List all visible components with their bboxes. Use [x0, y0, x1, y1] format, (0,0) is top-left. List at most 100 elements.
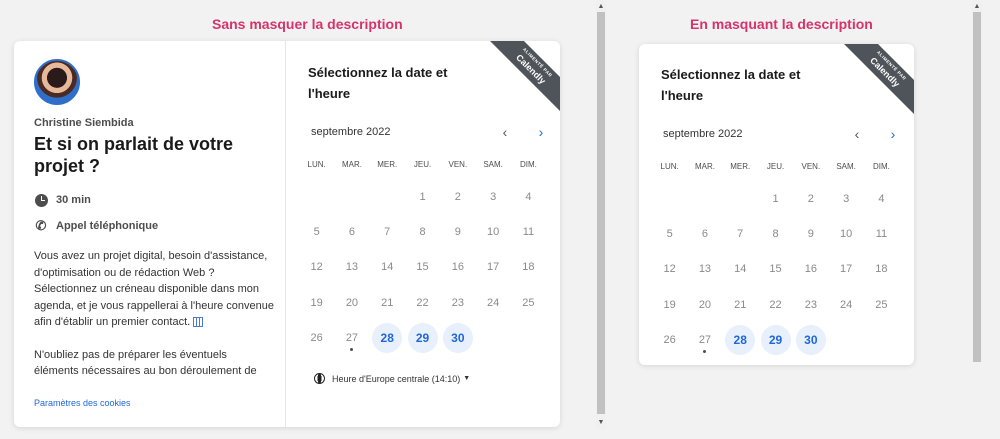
day-number: 22	[416, 296, 429, 309]
day-cell: 8	[758, 216, 793, 251]
calendar-grid: LUN. MAR. MER. JEU. VEN. SAM. DIM. 1 2 3 4 5 6 7 8 9 10 1…	[299, 159, 546, 355]
empty-day-cell	[370, 179, 405, 214]
weekday-label: VEN.	[801, 162, 821, 171]
day-number: 14	[381, 261, 394, 274]
day-number: 21	[734, 298, 747, 311]
day-cell: 6	[334, 214, 369, 249]
available-day-button[interactable]: 30	[793, 322, 828, 357]
day-cell: 18	[864, 252, 899, 287]
day-cell: 25	[864, 287, 899, 322]
weekday-label: JEU.	[413, 160, 432, 169]
calendly-ribbon[interactable]: ALIMENTÉ PAR Calendly	[490, 41, 560, 111]
day-number: 17	[487, 261, 500, 274]
weekday-label: LUN.	[307, 160, 326, 169]
day-cell: 23	[440, 285, 475, 320]
day-number: 1	[419, 190, 426, 203]
cookie-settings-link[interactable]: Paramètres des cookies	[34, 398, 131, 408]
available-day-button[interactable]: 29	[405, 320, 440, 355]
scroll-down-icon[interactable]: ▼	[596, 418, 606, 428]
chevron-right-icon[interactable]: ›	[531, 125, 551, 139]
caption-right: En masquant la description	[690, 16, 873, 32]
day-number: 16	[804, 263, 817, 276]
day-cell: 14	[723, 252, 758, 287]
day-cell: 16	[440, 250, 475, 285]
day-number: 10	[487, 225, 500, 238]
day-number: 13	[698, 263, 712, 276]
calendly-ribbon[interactable]: ALIMENTÉ PAR Calendly	[844, 44, 914, 114]
day-number: 14	[734, 263, 747, 276]
day-number: 19	[663, 298, 676, 311]
timezone-selector[interactable]: Heure d'Europe centrale (14:10) ▼	[314, 373, 470, 384]
calendar-icon	[193, 317, 204, 328]
day-cell: 27	[687, 322, 722, 357]
empty-day-cell	[652, 181, 687, 216]
day-number: 25	[522, 296, 535, 309]
day-number: 3	[843, 192, 850, 205]
day-number: 23	[804, 298, 817, 311]
phone-icon: ✆	[35, 218, 47, 233]
day-cell: 17	[828, 252, 863, 287]
day-cell: 27	[334, 320, 369, 355]
day-cell: 3	[475, 179, 510, 214]
day-cell: 11	[511, 214, 546, 249]
day-number: 27	[698, 333, 712, 346]
day-number: 22	[769, 298, 782, 311]
caret-down-icon: ▼	[463, 375, 471, 382]
duration-row: 30 min	[34, 193, 91, 207]
day-number: 21	[381, 296, 394, 309]
day-number: 4	[878, 192, 885, 205]
day-number: 11	[522, 225, 535, 238]
month-navigation: septembre 2022 ‹ ›	[311, 125, 551, 139]
day-number: 25	[875, 298, 888, 311]
scroll-up-icon[interactable]: ▲	[972, 2, 982, 12]
day-number: 26	[310, 331, 323, 344]
available-day-button[interactable]: 28	[370, 320, 405, 355]
empty-day-cell	[687, 181, 722, 216]
day-cell: 9	[440, 214, 475, 249]
day-number: 7	[737, 227, 744, 240]
day-number: 24	[487, 296, 500, 309]
day-cell: 13	[334, 250, 369, 285]
day-cell: 22	[405, 285, 440, 320]
chevron-right-icon[interactable]: ›	[883, 127, 903, 141]
day-cell: 23	[793, 287, 828, 322]
weekday-label: MER.	[377, 160, 398, 169]
chevron-left-icon[interactable]: ‹	[847, 127, 867, 141]
scrollbar-left[interactable]: ▲ ▼	[596, 0, 606, 430]
day-cell: 20	[687, 287, 722, 322]
day-number: 6	[701, 227, 708, 240]
day-number: 6	[348, 225, 355, 238]
day-number: 29	[760, 324, 791, 355]
day-number: 18	[875, 263, 888, 276]
scrollbar-right-thumb[interactable]	[973, 12, 981, 362]
weekday-label: SAM.	[483, 160, 503, 169]
host-name: Christine Siembida	[34, 117, 134, 129]
day-number: 17	[840, 263, 853, 276]
available-day-button[interactable]: 30	[440, 320, 475, 355]
day-number: 9	[454, 225, 461, 238]
scrollbar-right[interactable]: ▲	[972, 0, 982, 362]
day-cell: 15	[758, 252, 793, 287]
day-cell: 10	[828, 216, 863, 251]
day-number: 13	[345, 261, 359, 274]
day-cell: 7	[723, 216, 758, 251]
day-number: 16	[451, 261, 464, 274]
scroll-up-icon[interactable]: ▲	[596, 2, 606, 12]
day-number: 19	[310, 296, 323, 309]
available-day-button[interactable]: 29	[758, 322, 793, 357]
day-cell: 3	[828, 181, 863, 216]
chevron-left-icon[interactable]: ‹	[495, 125, 515, 139]
day-cell: 21	[370, 285, 405, 320]
available-day-button[interactable]: 28	[723, 322, 758, 357]
month-navigation: septembre 2022 ‹ ›	[663, 127, 903, 141]
empty-day-cell	[334, 179, 369, 214]
day-cell: 4	[864, 181, 899, 216]
day-cell: 26	[652, 322, 687, 357]
day-number: 8	[419, 225, 426, 238]
day-cell: 6	[687, 216, 722, 251]
day-cell: 19	[652, 287, 687, 322]
day-number: 30	[795, 324, 826, 355]
scrollbar-left-thumb[interactable]	[597, 12, 605, 414]
day-number: 10	[840, 227, 853, 240]
day-number: 5	[666, 227, 673, 240]
